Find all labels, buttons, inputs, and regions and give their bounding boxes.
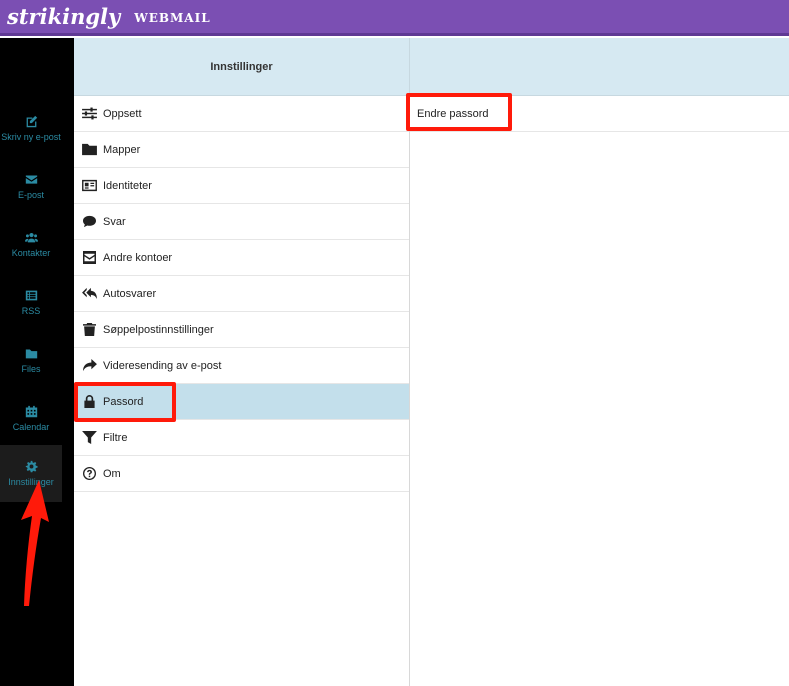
- settings-item-svar[interactable]: Svar: [74, 204, 409, 240]
- compose-icon: [26, 115, 37, 128]
- annotation-arrow: [21, 480, 49, 606]
- settings-item-om[interactable]: Om: [74, 456, 409, 492]
- filter-icon: [82, 431, 97, 444]
- content-area: Endre passord: [410, 96, 789, 686]
- nav-calendar[interactable]: Calendar: [0, 390, 62, 447]
- speech-bubble-icon: [83, 215, 96, 228]
- calendar-icon: [25, 405, 37, 418]
- sliders-icon: [82, 107, 97, 120]
- folder-icon: [25, 349, 37, 359]
- product-name: WEBMAIL: [134, 10, 211, 25]
- settings-item-videresending[interactable]: Videresending av e-post: [74, 348, 409, 384]
- settings-item-soppelpost[interactable]: Søppelpostinnstillinger: [74, 312, 409, 348]
- folder-icon: [82, 143, 97, 156]
- nav-files[interactable]: Files: [0, 332, 62, 389]
- nav-compose[interactable]: Skriv ny e-post: [0, 100, 62, 157]
- settings-list: Oppsett Mapper Identiteter Svar Andre ko…: [74, 96, 410, 686]
- settings-title: Innstillinger: [210, 60, 273, 73]
- change-password-item[interactable]: Endre passord: [410, 96, 789, 132]
- question-circle-icon: [83, 467, 96, 480]
- nav-email[interactable]: E-post: [0, 158, 62, 215]
- settings-item-oppsett[interactable]: Oppsett: [74, 96, 409, 132]
- envelope-icon: [25, 175, 37, 184]
- lock-icon: [84, 395, 95, 408]
- id-card-icon: [82, 179, 97, 192]
- settings-item-autosvarer[interactable]: Autosvarer: [74, 276, 409, 312]
- top-bar: strikingly WEBMAIL: [0, 0, 789, 36]
- settings-item-mapper[interactable]: Mapper: [74, 132, 409, 168]
- reply-all-icon: [82, 287, 97, 300]
- settings-panel-header: Innstillinger: [74, 38, 410, 96]
- nav-rss[interactable]: RSS: [0, 274, 62, 331]
- nav-contacts[interactable]: Kontakter: [0, 216, 62, 273]
- content-panel-header: [410, 38, 789, 96]
- settings-item-filtre[interactable]: Filtre: [74, 420, 409, 456]
- users-icon: [24, 232, 38, 243]
- trash-icon: [83, 323, 96, 336]
- forward-icon: [83, 359, 97, 372]
- settings-item-passord[interactable]: Passord: [74, 384, 409, 420]
- gear-icon: [25, 460, 38, 473]
- envelope-square-icon: [83, 251, 96, 264]
- settings-item-identiteter[interactable]: Identiteter: [74, 168, 409, 204]
- list-icon: [25, 290, 37, 301]
- strikingly-logo[interactable]: strikingly: [7, 4, 120, 29]
- settings-item-andre-kontoer[interactable]: Andre kontoer: [74, 240, 409, 276]
